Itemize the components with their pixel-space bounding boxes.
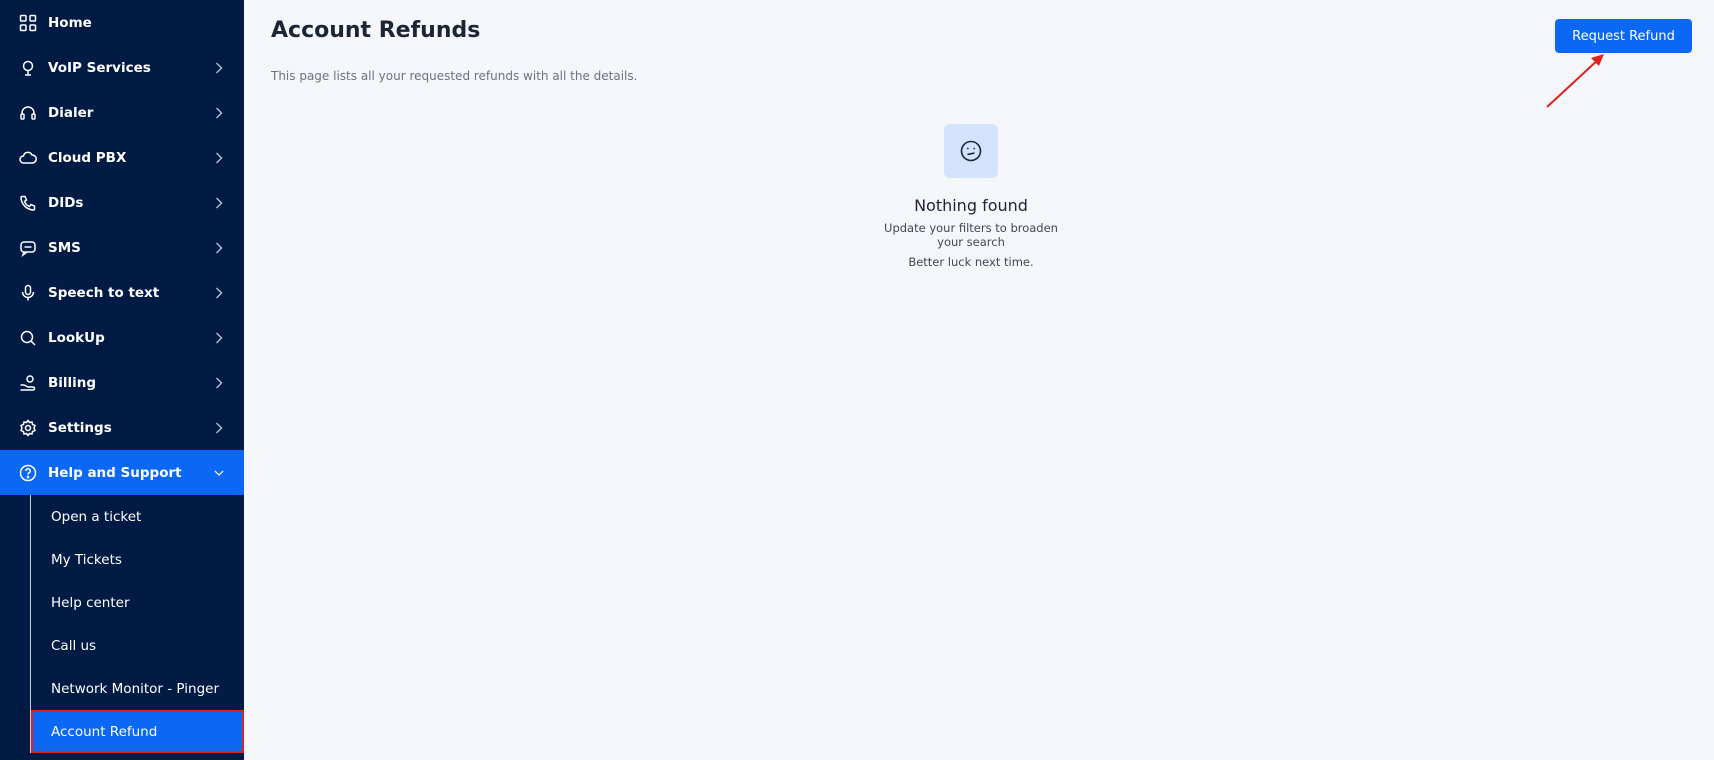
sidebar-item-label: VoIP Services — [48, 59, 151, 76]
sidebar-item-label: LookUp — [48, 329, 105, 346]
request-refund-button[interactable]: Request Refund — [1555, 19, 1692, 53]
sidebar-item-dids[interactable]: DIDs — [0, 180, 244, 225]
sidebar-item-label: Speech to text — [48, 284, 160, 301]
chevron-right-icon — [214, 287, 224, 299]
chevron-right-icon — [214, 197, 224, 209]
subitem-label: Open a ticket — [51, 508, 142, 525]
subitem-label: Account Refund — [51, 723, 158, 740]
subitem-label: My Tickets — [51, 551, 122, 568]
help-support-submenu: Open a ticket My Tickets Help center Cal… — [0, 495, 244, 753]
sidebar-item-label: Billing — [48, 374, 97, 391]
phone-icon — [19, 194, 37, 212]
chevron-right-icon — [214, 377, 224, 389]
sidebar-item-billing[interactable]: Billing — [0, 360, 244, 405]
sidebar-item-label: DIDs — [48, 194, 84, 211]
search-icon — [19, 329, 37, 347]
message-icon — [19, 239, 37, 257]
sidebar-item-home[interactable]: Home — [0, 0, 244, 45]
subitem-label: Call us — [51, 637, 97, 654]
confused-face-icon — [944, 124, 998, 178]
sidebar-item-label: Dialer — [48, 104, 94, 121]
chevron-right-icon — [214, 107, 224, 119]
microphone-icon — [19, 284, 37, 302]
voip-icon — [19, 59, 37, 77]
sidebar-item-lookup[interactable]: LookUp — [0, 315, 244, 360]
billing-hand-icon — [19, 374, 37, 392]
chevron-right-icon — [214, 152, 224, 164]
empty-state-title: Nothing found — [914, 196, 1028, 215]
sidebar-item-dialer[interactable]: Dialer — [0, 90, 244, 135]
subitem-label: Network Monitor - Pinger — [51, 680, 220, 697]
empty-state-hint-2: Better luck next time. — [908, 255, 1034, 269]
subitem-label: Help center — [51, 594, 130, 611]
sidebar-item-help-and-support[interactable]: Help and Support — [0, 450, 244, 495]
sidebar-item-cloud-pbx[interactable]: Cloud PBX — [0, 135, 244, 180]
sidebar-item-sms[interactable]: SMS — [0, 225, 244, 270]
sidebar-item-label: Cloud PBX — [48, 149, 127, 166]
headset-icon — [19, 104, 37, 122]
chevron-right-icon — [214, 62, 224, 74]
subitem-network-monitor-pinger[interactable]: Network Monitor - Pinger — [0, 667, 244, 710]
sidebar-item-label: Home — [48, 14, 92, 31]
sidebar: Home VoIP Services Dialer Cloud PBX DIDs — [0, 0, 244, 760]
main-content: Account Refunds This page lists all your… — [244, 0, 1714, 760]
annotation-arrow-icon — [1546, 54, 1604, 108]
subitem-open-a-ticket[interactable]: Open a ticket — [0, 495, 244, 538]
sidebar-item-label: Settings — [48, 419, 112, 436]
chevron-right-icon — [214, 242, 224, 254]
empty-state: Nothing found Update your filters to bro… — [871, 124, 1071, 269]
sidebar-item-speech-to-text[interactable]: Speech to text — [0, 270, 244, 315]
sidebar-item-label: SMS — [48, 239, 81, 256]
gear-icon — [19, 418, 37, 437]
help-circle-icon — [19, 464, 37, 482]
subitem-help-center[interactable]: Help center — [0, 581, 244, 624]
empty-state-hint: Update your filters to broaden your sear… — [884, 221, 1058, 249]
subitem-my-tickets[interactable]: My Tickets — [0, 538, 244, 581]
page-subtitle: This page lists all your requested refun… — [271, 69, 638, 83]
sidebar-item-voip-services[interactable]: VoIP Services — [0, 45, 244, 90]
subitem-account-refund[interactable]: Account Refund — [31, 710, 244, 753]
sidebar-item-settings[interactable]: Settings — [0, 405, 244, 450]
subitem-call-us[interactable]: Call us — [0, 624, 244, 667]
chevron-right-icon — [214, 332, 224, 344]
sidebar-item-label: Help and Support — [48, 464, 182, 481]
grid-icon — [19, 14, 37, 32]
chevron-down-icon — [214, 467, 224, 479]
page-title: Account Refunds — [271, 18, 481, 43]
cloud-phone-icon — [19, 149, 37, 167]
chevron-right-icon — [214, 422, 224, 434]
